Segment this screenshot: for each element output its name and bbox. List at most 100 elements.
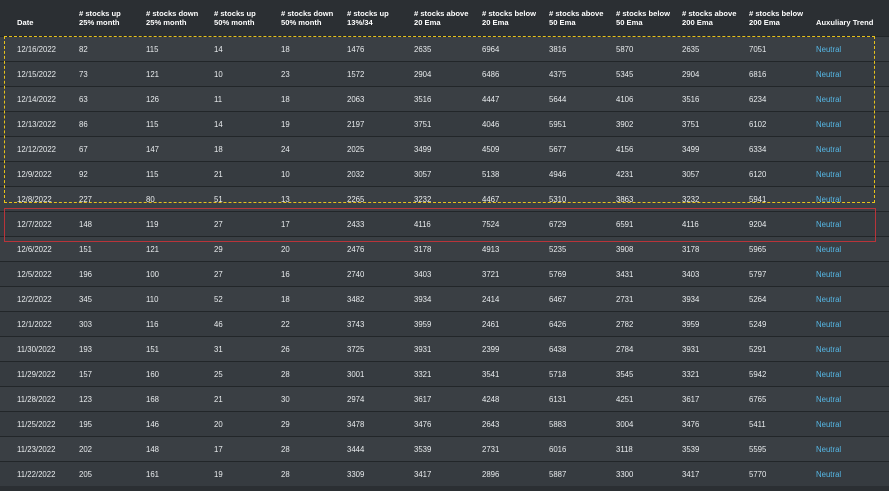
trend-cell: Neutral: [814, 311, 889, 337]
value-cell: 3539: [680, 436, 747, 462]
column-header[interactable]: # stocks below 200 Ema: [747, 0, 814, 37]
value-cell: 5310: [547, 186, 614, 212]
value-cell: 121: [144, 236, 212, 262]
column-header[interactable]: # stocks below 20 Ema: [480, 0, 547, 37]
value-cell: 5264: [747, 286, 814, 312]
value-cell: 46: [212, 311, 279, 337]
value-cell: 6234: [747, 86, 814, 112]
column-header[interactable]: Auxuliary Trend: [814, 0, 889, 37]
value-cell: 27: [212, 211, 279, 237]
table-row: 12/7/2022 148 119 27 17 2433 4116 7524 6729 6591 4…: [0, 211, 889, 237]
value-cell: 82: [77, 36, 144, 62]
column-header[interactable]: # stocks above 20 Ema: [412, 0, 480, 37]
value-cell: 3541: [480, 361, 547, 387]
value-cell: 116: [144, 311, 212, 337]
value-cell: 4913: [480, 236, 547, 262]
value-cell: 5942: [747, 361, 814, 387]
value-cell: 5770: [747, 461, 814, 486]
value-cell: 24: [279, 136, 345, 162]
value-cell: 63: [77, 86, 144, 112]
value-cell: 168: [144, 386, 212, 412]
table-row: 12/5/2022 196 100 27 16 2740 3403 3721 5769 3431 3…: [0, 261, 889, 287]
value-cell: 3617: [680, 386, 747, 412]
date-cell: 12/16/2022: [0, 36, 77, 62]
column-header[interactable]: # stocks up 13%/34: [345, 0, 412, 37]
value-cell: 11: [212, 86, 279, 112]
column-header[interactable]: # stocks down 25% month: [144, 0, 212, 37]
date-cell: 11/23/2022: [0, 436, 77, 462]
value-cell: 5887: [547, 461, 614, 486]
value-cell: 3004: [614, 411, 680, 437]
column-header-label: 200 Ema: [749, 18, 780, 27]
value-cell: 2904: [412, 61, 480, 87]
column-header[interactable]: Date: [0, 0, 77, 37]
value-cell: 2782: [614, 311, 680, 337]
value-cell: 92: [77, 161, 144, 187]
value-cell: 20: [279, 236, 345, 262]
value-cell: 3959: [680, 311, 747, 337]
trend-cell: Neutral: [814, 61, 889, 87]
value-cell: 5870: [614, 36, 680, 62]
value-cell: 4231: [614, 161, 680, 187]
table-row: 11/23/2022 202 148 17 28 3444 3539 2731 6016 3118…: [0, 436, 889, 462]
date-cell: 12/9/2022: [0, 161, 77, 187]
value-cell: 5345: [614, 61, 680, 87]
column-header[interactable]: # stocks up 25% month: [77, 0, 144, 37]
table-row: 11/25/2022 195 146 20 29 3478 3476 2643 5883 3004…: [0, 411, 889, 437]
column-header-label: Auxuliary Trend: [816, 18, 874, 27]
column-header[interactable]: # stocks above 200 Ema: [680, 0, 747, 37]
date-cell: 11/22/2022: [0, 461, 77, 486]
table-body: 12/16/2022 82 115 14 18 1476 2635 6964 3816 5870 2…: [0, 36, 889, 486]
value-cell: 6016: [547, 436, 614, 462]
value-cell: 148: [77, 211, 144, 237]
value-cell: 19: [212, 461, 279, 486]
value-cell: 5291: [747, 336, 814, 362]
value-cell: 2476: [345, 236, 412, 262]
value-cell: 2731: [614, 286, 680, 312]
table-row: 12/1/2022 303 116 46 22 3743 3959 2461 6426 2782 3…: [0, 311, 889, 337]
value-cell: 17: [279, 211, 345, 237]
date-cell: 12/7/2022: [0, 211, 77, 237]
value-cell: 14: [212, 36, 279, 62]
value-cell: 3057: [412, 161, 480, 187]
value-cell: 2197: [345, 111, 412, 137]
value-cell: 52: [212, 286, 279, 312]
column-header[interactable]: # stocks down 50% month: [279, 0, 345, 37]
value-cell: 345: [77, 286, 144, 312]
value-cell: 5951: [547, 111, 614, 137]
value-cell: 4116: [680, 211, 747, 237]
value-cell: 5235: [547, 236, 614, 262]
value-cell: 5644: [547, 86, 614, 112]
value-cell: 3617: [412, 386, 480, 412]
value-cell: 2784: [614, 336, 680, 362]
column-header-label: 25% month: [146, 18, 187, 27]
date-cell: 12/12/2022: [0, 136, 77, 162]
value-cell: 4116: [412, 211, 480, 237]
value-cell: 4251: [614, 386, 680, 412]
value-cell: 5411: [747, 411, 814, 437]
value-cell: 3232: [412, 186, 480, 212]
value-cell: 3725: [345, 336, 412, 362]
column-header[interactable]: # stocks up 50% month: [212, 0, 279, 37]
trend-cell: Neutral: [814, 236, 889, 262]
column-header-label: 50% month: [281, 18, 322, 27]
trend-cell: Neutral: [814, 111, 889, 137]
value-cell: 3321: [412, 361, 480, 387]
value-cell: 3545: [614, 361, 680, 387]
value-cell: 3539: [412, 436, 480, 462]
value-cell: 115: [144, 36, 212, 62]
value-cell: 7524: [480, 211, 547, 237]
column-header[interactable]: # stocks below 50 Ema: [614, 0, 680, 37]
date-cell: 12/13/2022: [0, 111, 77, 137]
column-header[interactable]: # stocks above 50 Ema: [547, 0, 614, 37]
date-cell: 11/25/2022: [0, 411, 77, 437]
value-cell: 14: [212, 111, 279, 137]
value-cell: 146: [144, 411, 212, 437]
trend-cell: Neutral: [814, 36, 889, 62]
value-cell: 2265: [345, 186, 412, 212]
value-cell: 3863: [614, 186, 680, 212]
value-cell: 6486: [480, 61, 547, 87]
column-header-label: # stocks above: [414, 9, 469, 18]
value-cell: 3431: [614, 261, 680, 287]
value-cell: 3902: [614, 111, 680, 137]
